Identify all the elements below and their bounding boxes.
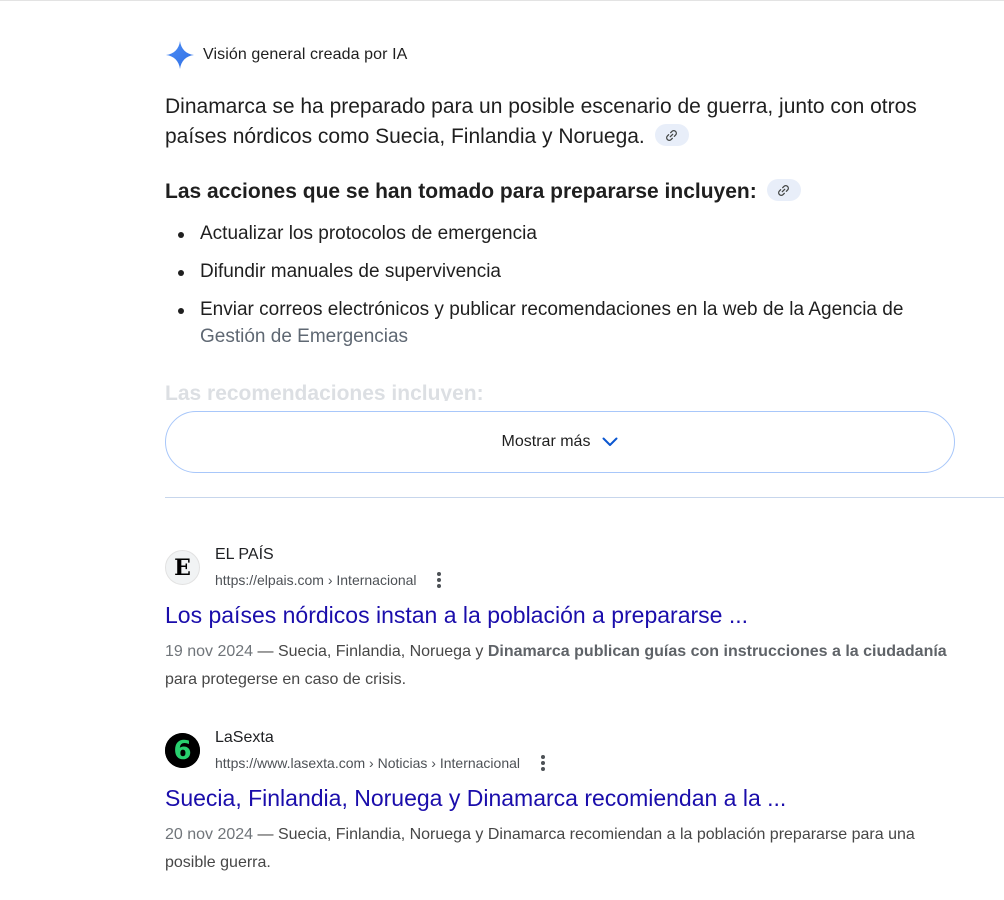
snippet-text: — Suecia, Finlandia, Noruega y xyxy=(253,643,488,660)
more-vert-icon[interactable] xyxy=(536,754,550,772)
source-url-row: https://elpais.com › Internacional xyxy=(215,572,446,590)
ai-action-list: Actualizar los protocolos de emergencia … xyxy=(165,220,955,350)
citation-chip[interactable] xyxy=(766,179,801,202)
ai-subheading: Las acciones que se han tomado para prep… xyxy=(165,177,925,207)
list-item-text-faded: Gestión de Emergencias xyxy=(200,326,409,347)
snippet-highlight: Dinamarca publican guías con instruccion… xyxy=(487,643,947,660)
snippet-text: para protegerse en caso de crisis. xyxy=(165,671,407,688)
ai-overview-label: Visión general creada por IA xyxy=(203,46,408,63)
list-item: Actualizar los protocolos de emergencia xyxy=(165,220,955,247)
lasexta-favicon: 6 xyxy=(165,733,200,768)
ai-overview: Visión general creada por IA Dinamarca s… xyxy=(165,40,955,473)
result-source[interactable]: E EL PAÍS https://elpais.com › Internaci… xyxy=(165,545,965,593)
snippet-text: — Suecia, Finlandia, Noruega y Dinamarca… xyxy=(165,826,915,871)
chevron-down-icon xyxy=(602,437,618,446)
lasexta-logo-icon: 6 xyxy=(165,733,200,768)
source-url: https://www.lasexta.com › Noticias › Int… xyxy=(215,755,521,771)
more-vert-icon[interactable] xyxy=(432,571,446,589)
result-title-link[interactable]: Los países nórdicos instan a la població… xyxy=(165,600,965,630)
source-url: https://elpais.com › Internacional xyxy=(215,572,417,588)
link-icon xyxy=(778,185,790,196)
list-item: Enviar correos electrónicos y publicar r… xyxy=(165,296,955,350)
result-source[interactable]: 6 LaSexta https://www.lasexta.com › Noti… xyxy=(165,728,965,776)
list-item: Difundir manuales de supervivencia xyxy=(165,258,955,285)
svg-text:6: 6 xyxy=(173,736,191,766)
source-url-row: https://www.lasexta.com › Noticias › Int… xyxy=(215,755,550,773)
ai-intro-paragraph: Dinamarca se ha preparado para un posibl… xyxy=(165,92,925,152)
section-divider xyxy=(165,497,1004,498)
result-snippet: 19 nov 2024 — Suecia, Finlandia, Noruega… xyxy=(165,638,965,694)
result-date: 19 nov 2024 xyxy=(165,643,254,660)
ai-subheading-text: Las acciones que se han tomado para prep… xyxy=(165,180,757,203)
link-icon xyxy=(666,130,678,141)
top-divider xyxy=(0,0,1004,1)
gemini-spark-icon xyxy=(166,41,194,69)
show-more-label: Mostrar más xyxy=(501,433,591,450)
ai-faded-heading: Las recomendaciones incluyen: xyxy=(165,379,925,401)
result-title-link[interactable]: Suecia, Finlandia, Noruega y Dinamarca r… xyxy=(165,783,965,813)
show-more-button[interactable]: Mostrar más xyxy=(165,411,955,473)
result-snippet: 20 nov 2024 — Suecia, Finlandia, Noruega… xyxy=(165,821,965,877)
elpais-favicon: E xyxy=(165,550,200,585)
source-name: EL PAÍS xyxy=(215,546,274,563)
search-result: 6 LaSexta https://www.lasexta.com › Noti… xyxy=(165,728,965,877)
list-item-text: Enviar correos electrónicos y publicar r… xyxy=(200,299,904,320)
elpais-logo-letter: E xyxy=(174,554,191,581)
source-name: LaSexta xyxy=(215,729,274,746)
ai-overview-header: Visión general creada por IA xyxy=(165,40,955,70)
result-date: 20 nov 2024 xyxy=(165,826,254,843)
citation-chip[interactable] xyxy=(654,124,689,147)
ai-faded-heading-text: Las recomendaciones incluyen: xyxy=(165,382,484,401)
ai-intro-text: Dinamarca se ha preparado para un posibl… xyxy=(165,95,917,148)
search-result: E EL PAÍS https://elpais.com › Internaci… xyxy=(165,545,965,694)
